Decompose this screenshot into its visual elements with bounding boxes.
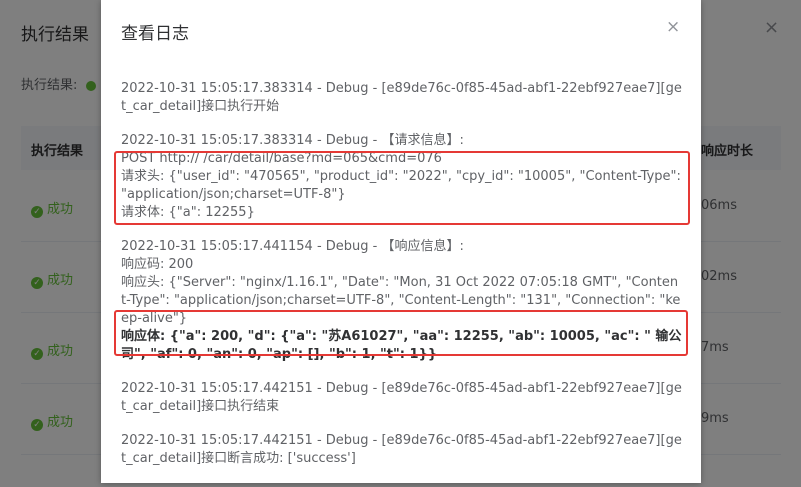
- log-entry: 2022-10-31 15:05:17.442151 - Debug - [e8…: [121, 432, 683, 468]
- log-line: 2022-10-31 15:05:17.442151 - Debug - [e8…: [121, 433, 682, 466]
- log-content: 2022-10-31 15:05:17.383314 - Debug - [e8…: [121, 80, 683, 484]
- request-highlight-box: [114, 151, 690, 225]
- log-entry: 2022-10-31 15:05:17.442151 - Debug - [e8…: [121, 380, 683, 416]
- close-icon[interactable]: ×: [666, 17, 680, 37]
- dialog-title: 查看日志: [121, 24, 189, 44]
- log-line: 2022-10-31 15:05:17.442151 - Debug - [e8…: [121, 381, 682, 414]
- response-code-line: 响应码: 200: [121, 257, 194, 272]
- log-line: 2022-10-31 15:05:17.383314 - Debug - [e8…: [121, 81, 682, 114]
- log-line: 2022-10-31 15:05:17.441154 - Debug - 【响应…: [121, 239, 464, 254]
- log-dialog: 查看日志 × 2022-10-31 15:05:17.383314 - Debu…: [101, 0, 701, 483]
- response-body-highlight-box: [114, 310, 688, 356]
- log-entry: 2022-10-31 15:05:17.383314 - Debug - [e8…: [121, 80, 683, 116]
- log-line: 2022-10-31 15:05:17.383314 - Debug - 【请求…: [121, 133, 464, 148]
